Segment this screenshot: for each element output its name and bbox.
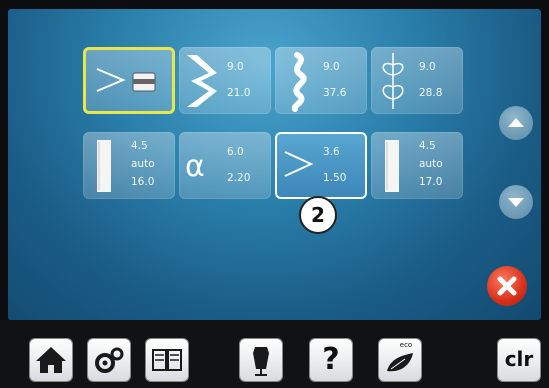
- sewing-machine-screen: 9.0 21.0 9.0 37.6 9.0 28.8 4.5 auto 16.0…: [0, 0, 549, 388]
- callout-badge: 2: [299, 196, 337, 234]
- chevron-up-icon: [508, 118, 524, 127]
- svg-text:α: α: [185, 149, 205, 184]
- chevron-down-icon: [508, 198, 524, 207]
- stitch-tile-buttonhole-1[interactable]: 4.5 auto 16.0: [83, 132, 175, 199]
- tile-8-width: 4.5: [419, 140, 436, 152]
- help-button[interactable]: ?: [310, 339, 352, 381]
- tile-7-width: 3.6: [323, 146, 340, 158]
- floral-stitch-icon: [382, 53, 404, 109]
- close-icon: [497, 276, 517, 296]
- tile-3-width: 9.0: [323, 61, 340, 73]
- stitch-tile-selected[interactable]: 3.6 1.50: [275, 132, 367, 199]
- scroll-up-button[interactable]: [499, 106, 533, 140]
- stitch-tile-buttonhole-2[interactable]: 4.5 auto 17.0: [371, 132, 463, 199]
- stitch-tile-floral[interactable]: 9.0 28.8: [371, 47, 463, 114]
- tile-5-mode: auto: [131, 158, 155, 170]
- eco-button[interactable]: eco: [379, 339, 421, 381]
- question-mark-icon: ?: [322, 342, 340, 377]
- rope-stitch-icon: [291, 52, 307, 112]
- stitch-memory-icon: [96, 68, 156, 92]
- stitch-tile-rope[interactable]: 9.0 37.6: [275, 47, 367, 114]
- chevron-right-icon: [284, 151, 314, 177]
- tile-2-width: 9.0: [227, 61, 244, 73]
- tile-8-mode: auto: [419, 158, 443, 170]
- tile-8-length: 17.0: [419, 176, 443, 188]
- clear-label: clr: [504, 347, 534, 371]
- tile-6-length: 2.20: [227, 172, 251, 184]
- scroll-down-button[interactable]: [499, 185, 533, 219]
- home-icon: [36, 347, 66, 373]
- tile-5-length: 16.0: [131, 176, 155, 188]
- book-icon: [152, 349, 182, 371]
- clear-button[interactable]: clr: [498, 339, 540, 381]
- alpha-stitch-icon: α: [185, 149, 205, 184]
- stitch-tile-leaves[interactable]: 9.0 21.0: [179, 47, 271, 114]
- leaf-stitch-icon: [187, 55, 217, 107]
- stitch-tile-memory[interactable]: [83, 47, 175, 114]
- tile-7-length: 1.50: [323, 172, 347, 184]
- tile-5-width: 4.5: [131, 140, 148, 152]
- tile-3-length: 37.6: [323, 87, 347, 99]
- close-button[interactable]: [487, 266, 527, 306]
- tile-2-length: 21.0: [227, 87, 251, 99]
- main-panel: 9.0 21.0 9.0 37.6 9.0 28.8 4.5 auto 16.0…: [8, 9, 541, 320]
- tile-4-length: 28.8: [419, 87, 443, 99]
- settings-button[interactable]: [88, 339, 130, 381]
- eco-label: eco: [399, 341, 413, 349]
- tile-4-width: 9.0: [419, 61, 436, 73]
- home-button[interactable]: [30, 339, 72, 381]
- tutorial-button[interactable]: [146, 339, 188, 381]
- gear-icon: [95, 347, 124, 373]
- stitch-tile-alpha[interactable]: α 6.0 2.20: [179, 132, 271, 199]
- dress-form-icon: [253, 347, 269, 376]
- tile-6-width: 6.0: [227, 146, 244, 158]
- sewing-consultant-button[interactable]: [240, 339, 282, 381]
